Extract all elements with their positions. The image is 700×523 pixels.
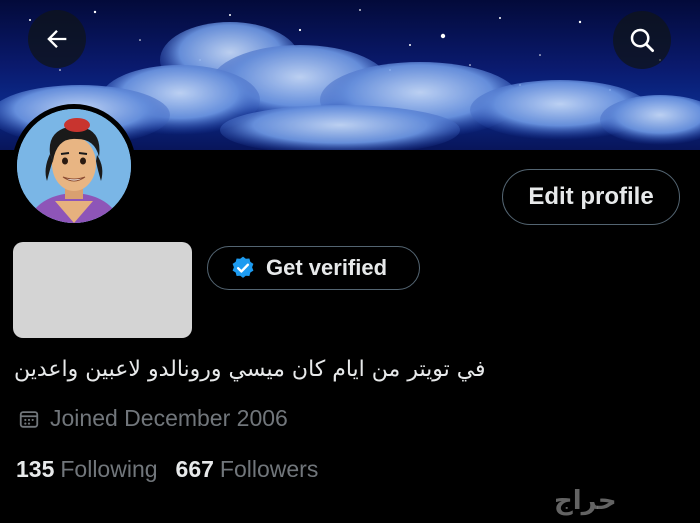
joined-date: Joined December 2006 <box>18 405 288 432</box>
arrow-left-icon <box>47 30 67 48</box>
cartoon-portrait-image <box>17 109 131 223</box>
following-label: Following <box>60 456 158 482</box>
get-verified-button[interactable]: Get verified <box>207 246 420 290</box>
followers-count: 667 <box>175 456 214 482</box>
verified-badge-icon <box>232 256 254 278</box>
search-icon <box>630 28 654 52</box>
calendar-icon <box>19 410 39 428</box>
avatar-image <box>17 109 131 223</box>
joined-text: Joined December 2006 <box>50 405 288 431</box>
followers-label: Followers <box>219 456 319 482</box>
follow-stats: 135 Following 667 Followers <box>16 456 318 483</box>
followers-link[interactable]: 667 Followers <box>176 456 319 483</box>
following-link[interactable]: 135 Following <box>16 456 158 483</box>
following-count: 135 <box>16 456 55 482</box>
avatar[interactable] <box>12 104 136 228</box>
profile-bio: في تويتر من ايام كان ميسي ورونالدو لاعبي… <box>14 357 486 382</box>
edit-profile-button[interactable]: Edit profile <box>502 169 680 225</box>
search-button[interactable] <box>613 11 671 69</box>
get-verified-label: Get verified <box>266 255 388 280</box>
watermark-logo: حراج <box>554 486 617 516</box>
redacted-name-block <box>13 242 192 338</box>
back-button[interactable] <box>28 10 86 68</box>
